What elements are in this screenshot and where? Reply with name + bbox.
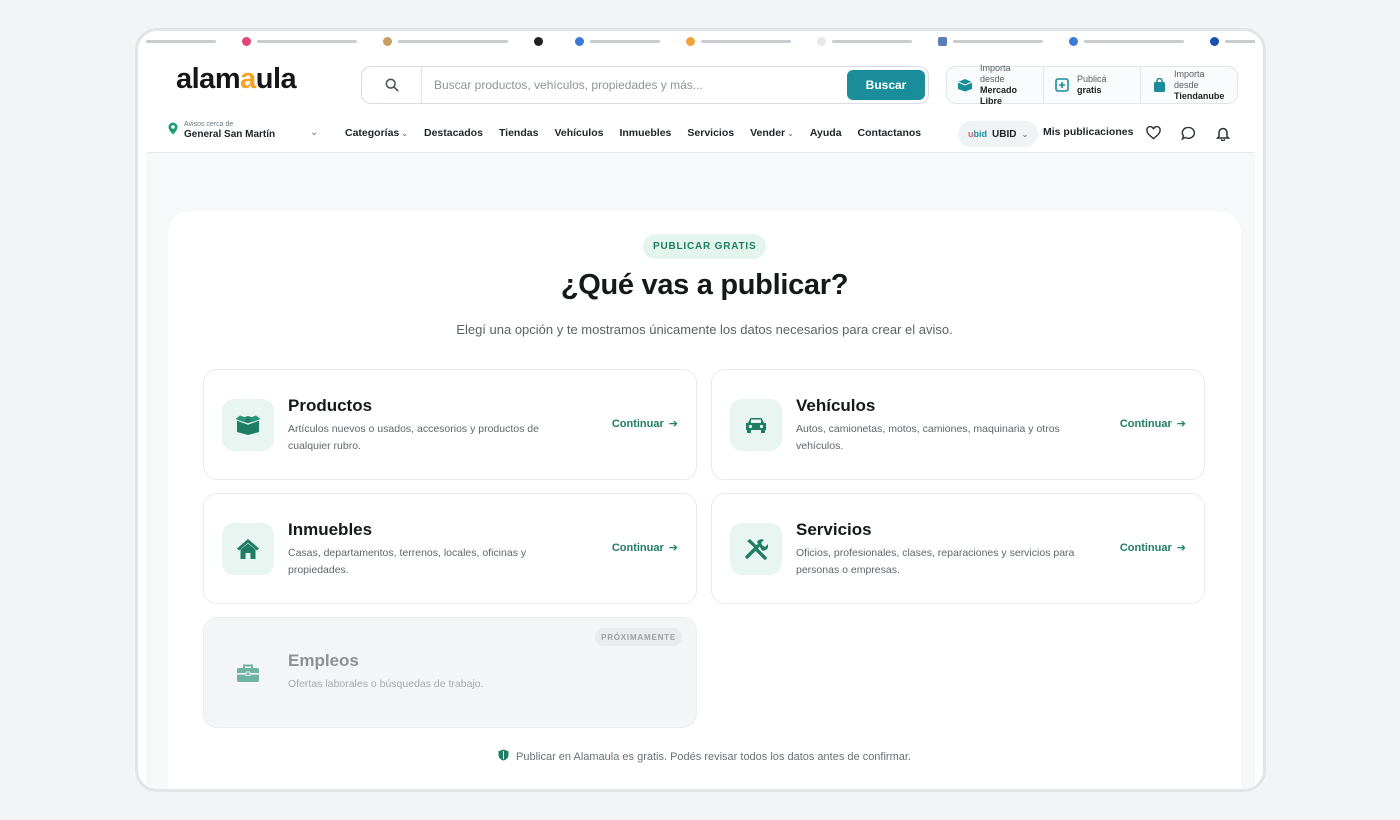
bookmark-item[interactable] [534,36,549,47]
house-icon [222,523,274,575]
continue-button[interactable]: Continuar ➔ [612,541,678,555]
option-desc: Casas, departamentos, terrenos, locales,… [288,547,527,576]
shopping-bag-icon [1151,77,1167,93]
publicar-gratis-badge: PUBLICAR GRATIS [643,234,767,259]
search-button[interactable]: Buscar [847,70,925,100]
location-name: General San Martín [184,129,276,140]
shield-icon [498,749,509,764]
heart-icon[interactable] [1144,124,1162,142]
option-desc: Artículos nuevos o usados, accesorios y … [288,423,539,452]
nav-item-vender[interactable]: Vender ⌄ [750,127,794,139]
bookmark-item[interactable] [686,36,791,47]
proximamente-badge: PRÓXIMAMENTE [595,628,682,646]
nav-item-tiendas[interactable]: Tiendas [499,127,539,139]
tools-icon [730,523,782,575]
search-bar: Buscar [361,66,929,104]
option-desc: Oficios, profesionales, clases, reparaci… [796,547,1075,576]
nav-item-vehiculos[interactable]: Vehículos [554,127,603,139]
location-pin-icon [168,122,178,140]
import-box-icon [957,77,973,93]
mis-publicaciones-link[interactable]: Mis publicaciones [1043,126,1133,138]
ubid-selector[interactable]: ubid UBID ⌄ [958,121,1039,147]
car-icon [730,399,782,451]
option-title: Productos [288,396,373,415]
bookmark-item[interactable] [817,36,912,47]
nav-item-categorias[interactable]: Categorías ⌄ [345,127,408,139]
option-vehiculos[interactable]: Vehículos Autos, camionetas, motos, cami… [711,369,1205,480]
option-servicios[interactable]: Servicios Oficios, profesionales, clases… [711,493,1205,604]
nav-menu: Categorías ⌄ Destacados Tiendas Vehículos… [345,113,921,153]
briefcase-icon [222,647,274,699]
option-title: Inmuebles [288,520,373,539]
publish-line1: Publicá [1077,74,1107,84]
option-title: Empleos [288,651,359,670]
option-empleos: PRÓXIMAMENTE Empleos Ofertas laborales o… [203,617,697,728]
arrow-right-icon: ➔ [1176,418,1186,430]
box-icon [222,399,274,451]
option-inmuebles[interactable]: Inmuebles Casas, departamentos, terrenos… [203,493,697,604]
page-subtitle: Elegí una opción y te mostramos únicamen… [456,322,953,337]
page-title: ¿Qué vas a publicar? [560,269,849,301]
chevron-down-icon: ⌄ [401,129,408,138]
bookmark-item[interactable] [383,36,508,47]
bookmark-item[interactable] [146,36,216,46]
plus-square-icon [1054,77,1070,93]
nav-item-inmuebles[interactable]: Inmuebles [619,127,671,139]
nav-item-contactanos[interactable]: Contactanos [858,127,922,139]
chevron-down-icon[interactable]: ⌄ [310,127,318,138]
search-input[interactable] [422,67,844,103]
import-ml-line2: Mercado Libre [980,85,1018,106]
nav-item-servicios[interactable]: Servicios [687,127,734,139]
publish-line2: gratis [1077,85,1102,95]
alamaula-logo[interactable]: alamaula [176,63,297,96]
footnote: Publicar en Alamaula es gratis. Podés re… [168,749,1241,764]
import-ml-line1: Importa desde [980,63,1011,84]
option-title: Servicios [796,520,872,539]
option-desc: Ofertas laborales o búsquedas de trabajo… [288,678,484,690]
chat-icon[interactable] [1179,124,1197,142]
bookmark-item[interactable] [938,36,1043,47]
import-tn-line2: Tiendanube [1174,90,1225,101]
location-selector[interactable]: Avisos cerca de General San Martín [168,121,275,140]
import-tiendanube-button[interactable]: Importa desde Tiendanube [1141,67,1237,103]
option-desc: Autos, camionetas, motos, camiones, maqu… [796,423,1060,452]
nav-item-ayuda[interactable]: Ayuda [810,127,842,139]
import-mercadolibre-button[interactable]: Importa desde Mercado Libre [947,63,1044,106]
chevron-down-icon: ⌄ [787,129,794,138]
site-header: alamaula Buscar Importa desdeMercado Lib… [146,51,1255,153]
arrow-right-icon: ➔ [1176,542,1186,554]
continue-button[interactable]: Continuar ➔ [1120,541,1186,555]
bookmark-item[interactable] [1210,36,1255,47]
main-content: PUBLICAR GRATIS ¿Qué vas a publicar? Ele… [146,153,1255,789]
main-nav: Avisos cerca de General San Martín ⌄ Cate… [146,113,1255,153]
search-icon [362,67,422,103]
option-productos[interactable]: Productos Artículos nuevos o usados, acc… [203,369,697,480]
option-title: Vehículos [796,396,876,415]
bookmarks-bar [146,31,1255,51]
bookmark-item[interactable] [1069,36,1184,47]
bookmark-item[interactable] [242,36,357,47]
browser-frame: alamaula Buscar Importa desdeMercado Lib… [135,28,1266,792]
continue-button[interactable]: Continuar ➔ [612,417,678,431]
bookmark-item[interactable] [575,36,660,47]
continue-button[interactable]: Continuar ➔ [1120,417,1186,431]
publish-free-button[interactable]: Publicá gratis [1044,67,1141,103]
bell-icon[interactable] [1214,124,1232,142]
ubid-label: UBID [992,128,1017,140]
chevron-down-icon: ⌄ [1021,129,1029,139]
location-prefix: Avisos cerca de [184,121,234,128]
publish-card: PUBLICAR GRATIS ¿Qué vas a publicar? Ele… [168,211,1241,789]
import-tn-line1: Importa desde [1174,68,1205,90]
ubid-logo: ubid [968,129,987,139]
import-actions: Importa desde Mercado Libre Publicá gratis… [946,63,1238,106]
footnote-text: Publicar en Alamaula es gratis. Podés re… [516,750,911,763]
arrow-right-icon: ➔ [668,418,678,430]
arrow-right-icon: ➔ [668,542,678,554]
nav-item-destacados[interactable]: Destacados [424,127,483,139]
